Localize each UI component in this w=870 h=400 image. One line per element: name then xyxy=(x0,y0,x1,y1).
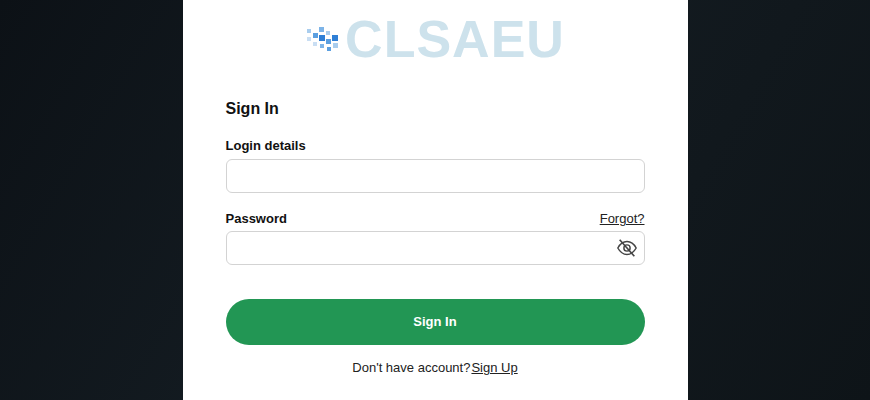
sign-in-button[interactable]: Sign In xyxy=(226,299,645,345)
logo: CLSAEU xyxy=(226,0,645,66)
page-background: CLSAEU Sign In Login details Password Forgot… xyxy=(0,0,870,400)
eye-slash-icon[interactable] xyxy=(616,237,638,259)
logo-text: CLSAEU xyxy=(345,12,565,66)
password-input[interactable] xyxy=(226,231,645,265)
signup-prompt-row: Don't have account?Sign Up xyxy=(226,359,645,377)
password-field xyxy=(226,231,645,265)
logo-pixels-icon xyxy=(305,23,343,55)
password-label-row: Password Forgot? xyxy=(226,210,645,228)
forgot-link[interactable]: Forgot? xyxy=(600,210,645,228)
login-input[interactable] xyxy=(226,159,645,193)
sign-up-link[interactable]: Sign Up xyxy=(471,360,517,375)
login-label: Login details xyxy=(226,137,306,155)
password-label: Password xyxy=(226,210,287,228)
login-field xyxy=(226,159,645,193)
sign-in-heading: Sign In xyxy=(226,99,645,119)
login-label-row: Login details xyxy=(226,133,645,157)
login-panel: CLSAEU Sign In Login details Password Forgot… xyxy=(183,0,688,400)
signup-prompt: Don't have account? xyxy=(352,360,470,375)
